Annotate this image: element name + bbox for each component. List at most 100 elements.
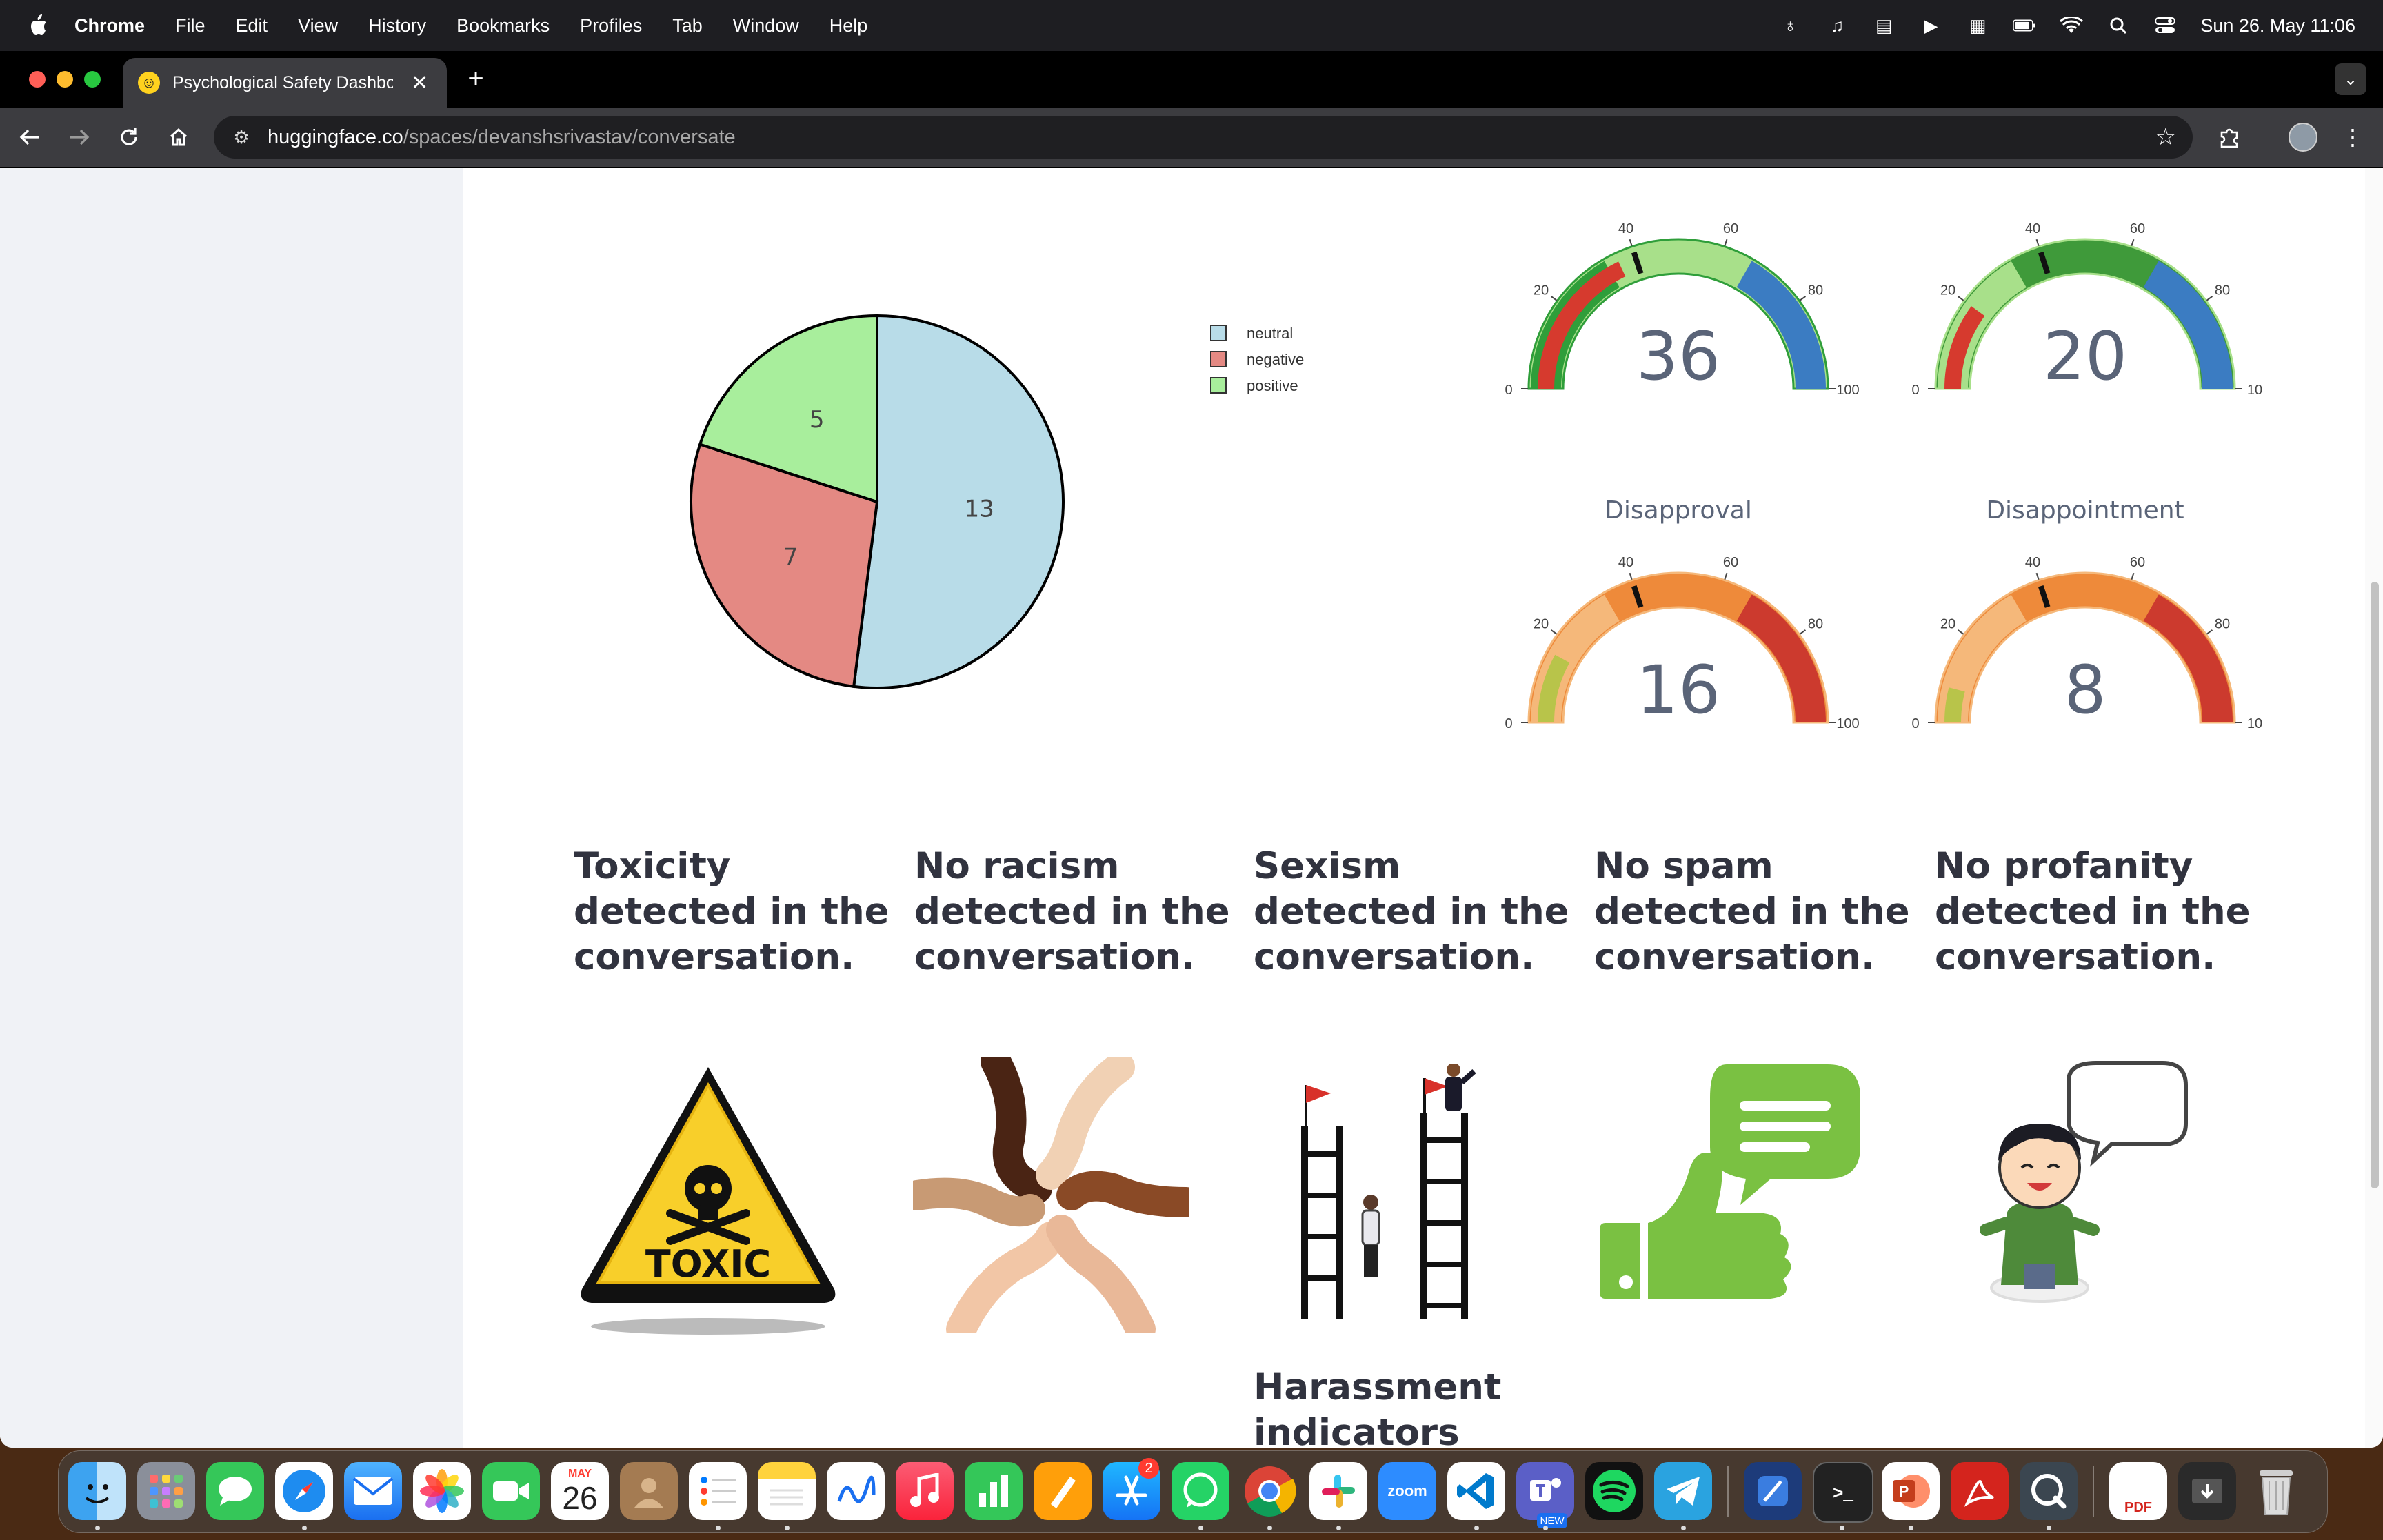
numbers-icon[interactable] [965, 1462, 1023, 1520]
profanity-label: No profanity detected in the conversatio… [1935, 845, 2251, 978]
menu-app-chrome[interactable]: Chrome [74, 15, 145, 37]
downloads-folder-icon[interactable] [2178, 1462, 2236, 1520]
spotlight-search-icon[interactable] [2107, 15, 2130, 36]
control-center-icon[interactable] [2153, 15, 2177, 36]
safari-icon[interactable] [275, 1462, 333, 1520]
mail-icon[interactable] [344, 1462, 402, 1520]
back-button[interactable] [15, 123, 44, 152]
address-bar[interactable]: ⚙ huggingface.co/spaces/devanshsrivastav… [214, 116, 2193, 159]
page-scrollbar-thumb[interactable] [2371, 582, 2379, 1188]
calendar-icon[interactable]: MAY 26 [551, 1462, 609, 1520]
gauge-0: 0 20 40 60 80 100 36 [1505, 221, 1859, 398]
xcode-icon[interactable] [1744, 1462, 1802, 1520]
legend-swatch-negative [1210, 351, 1227, 367]
finder-icon[interactable] [68, 1462, 126, 1520]
forward-button[interactable] [65, 123, 94, 152]
page-scrollbar[interactable] [2365, 168, 2383, 1448]
gauge-tick-label: 10 [2247, 383, 2262, 398]
spam-label: No spam detected in the conversation. [1594, 845, 1910, 978]
menu-history[interactable]: History [368, 15, 426, 37]
pdf-document-icon[interactable]: PDF [2109, 1462, 2167, 1520]
window-minimize-button[interactable] [57, 71, 73, 88]
new-tab-button[interactable]: + [461, 63, 491, 94]
menu-help[interactable]: Help [829, 15, 868, 37]
contacts-icon[interactable] [620, 1462, 678, 1520]
play-icon[interactable]: ▶ [1919, 15, 1942, 36]
calendar-month: MAY [567, 1468, 592, 1479]
reminders-icon[interactable] [689, 1462, 747, 1520]
launchpad-icon[interactable] [137, 1462, 195, 1520]
menu-view[interactable]: View [298, 15, 338, 37]
gauge-tick [2206, 296, 2213, 301]
gauge-tick-label: 0 [1911, 383, 1919, 398]
gauge-tick-label: 20 [1534, 616, 1549, 631]
profile-avatar[interactable] [2288, 123, 2318, 152]
terminal-icon[interactable]: >_ [1813, 1462, 1873, 1523]
chrome-menu-kebab-icon[interactable]: ⋮ [2339, 123, 2366, 152]
reload-button[interactable] [114, 123, 143, 152]
gauge-tick-label: 40 [2025, 221, 2040, 236]
site-info-icon[interactable]: ⚙ [229, 125, 254, 150]
gauge-tick-label: 100 [1836, 383, 1859, 398]
gauge-title: Disappointment [1986, 496, 2184, 525]
gauge-tick [2035, 239, 2040, 246]
sexism-label: Sexism detected in the conversation. [1254, 845, 1569, 978]
extensions-puzzle-icon[interactable] [2215, 123, 2245, 152]
chrome-window: ☺ Psychological Safety Dashboard ✕ + ⌄ ⚙… [0, 51, 2383, 1448]
gauge-tick-label: 10 [2247, 716, 2262, 731]
airpods-icon[interactable]: ♫ [1825, 15, 1849, 36]
trash-icon[interactable] [2247, 1462, 2305, 1520]
quicktime-icon[interactable] [2020, 1462, 2078, 1520]
gauge-tick [2206, 629, 2213, 635]
battery-icon[interactable] [2013, 15, 2036, 36]
google-chrome-icon[interactable] [1240, 1462, 1298, 1520]
slack-icon[interactable] [1309, 1462, 1367, 1520]
telegram-icon[interactable] [1654, 1462, 1712, 1520]
accessibility-icon[interactable]: ♁ [1778, 15, 1802, 36]
tab-psychological-safety-dashboard[interactable]: ☺ Psychological Safety Dashboard ✕ [123, 58, 447, 108]
menu-window[interactable]: Window [733, 15, 799, 37]
home-button[interactable] [164, 123, 193, 152]
window-close-button[interactable] [29, 71, 46, 88]
notes-icon[interactable] [758, 1462, 816, 1520]
menu-tab[interactable]: Tab [672, 15, 703, 37]
memory-icon[interactable]: ▦ [1966, 15, 1989, 36]
powerpoint-icon[interactable]: P [1882, 1462, 1940, 1520]
menu-file[interactable]: File [175, 15, 205, 37]
tab-close-icon[interactable]: ✕ [411, 71, 428, 95]
gauge-2: Disapproval 0 20 40 60 80 100 16 [1505, 496, 1859, 731]
sentiment-and-emotion-charts: 1375 neutralnegativepositive 02040 608010… [690, 221, 2262, 731]
apple-menu-icon[interactable] [28, 14, 48, 37]
gauge-tick-label: 20 [1940, 283, 1955, 298]
menu-bar-status-area: ♁ ♫ ▤ ▶ ▦ Sun 26. May 11:06 [1778, 0, 2355, 51]
freeform-icon[interactable] [827, 1462, 885, 1520]
menu-edit[interactable]: Edit [236, 15, 268, 37]
gauge-tick-label: 40 [2025, 555, 2040, 570]
photos-icon[interactable] [413, 1462, 471, 1520]
music-icon[interactable] [896, 1462, 954, 1520]
menu-profiles[interactable]: Profiles [580, 15, 642, 37]
svg-text:P: P [1899, 1483, 1909, 1500]
microsoft-teams-icon[interactable] [1516, 1462, 1574, 1520]
acrobat-icon[interactable] [1951, 1462, 2009, 1520]
zoom-icon[interactable]: zoom [1378, 1462, 1436, 1520]
display-icon[interactable]: ▤ [1872, 15, 1896, 36]
gauge-tick-label: 0 [1505, 383, 1512, 398]
wifi-icon[interactable] [2060, 15, 2084, 36]
gauge-tick-label: 40 [1618, 221, 1633, 236]
menu-bar-clock[interactable]: Sun 26. May 11:06 [2200, 15, 2355, 37]
bookmark-star-icon[interactable]: ☆ [2155, 123, 2176, 151]
page-viewport: 13 7 5 neutral negative positive 0 20 40 60 80 10… [0, 168, 2383, 1448]
gauge-tick [1550, 629, 1558, 635]
vscode-icon[interactable] [1447, 1462, 1505, 1520]
running-indicator [1909, 1526, 1913, 1530]
facetime-icon[interactable] [482, 1462, 540, 1520]
whatsapp-icon[interactable] [1172, 1462, 1229, 1520]
messages-icon[interactable] [206, 1462, 264, 1520]
spotify-icon[interactable] [1585, 1462, 1643, 1520]
tab-search-chevron-icon[interactable]: ⌄ [2335, 63, 2366, 95]
pages-icon[interactable] [1034, 1462, 1092, 1520]
window-zoom-button[interactable] [84, 71, 101, 88]
gauge-tick [2131, 572, 2135, 580]
menu-bookmarks[interactable]: Bookmarks [456, 15, 550, 37]
